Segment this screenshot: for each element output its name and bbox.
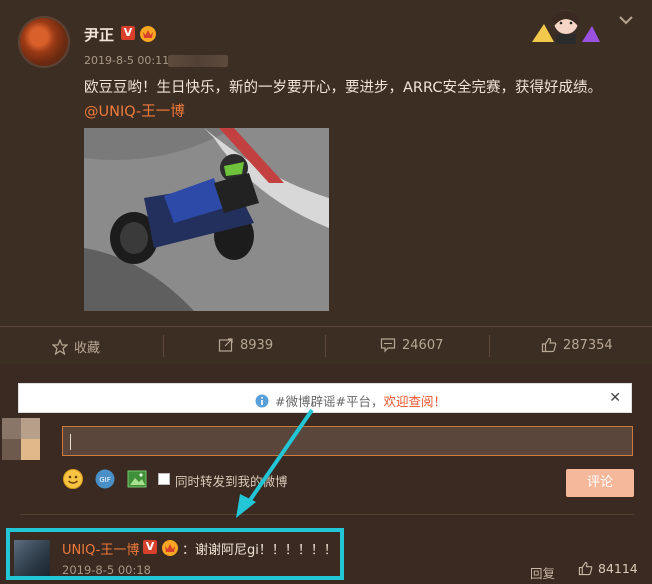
comment-like-count: 84114 <box>598 561 638 576</box>
thumbs-up-icon <box>578 561 593 576</box>
reply-button[interactable]: 回复 <box>530 563 555 582</box>
comment-icon <box>380 338 396 353</box>
comment-button[interactable]: 24607 <box>380 337 443 353</box>
comment-divider <box>20 514 634 515</box>
author-name[interactable]: 尹正 <box>84 24 114 45</box>
composer-tools: GIF <box>62 468 148 490</box>
repost-option-label[interactable]: 同时转发到我的微博 <box>175 471 288 490</box>
mention-link[interactable]: @UNIQ-王一博 <box>84 104 185 120</box>
collect-button[interactable]: 收藏 <box>52 337 100 356</box>
repost-count: 8939 <box>240 337 274 353</box>
action-bar: 收藏 8939 24607 287354 <box>0 326 652 365</box>
notice-prefix[interactable]: #微博辟谣#平台， <box>275 394 383 409</box>
svg-text:GIF: GIF <box>99 476 111 484</box>
post-text-main: 欧豆豆哟！生日快乐，新的一岁要开心，要进步，ARRC安全完赛，获得好成绩。 <box>84 80 602 96</box>
comment-input[interactable] <box>62 426 633 456</box>
author-avatar[interactable] <box>18 16 70 68</box>
rumor-notice-bar: #微博辟谣#平台，欢迎查阅！ ✕ <box>18 383 632 413</box>
chevron-down-icon[interactable] <box>618 14 634 26</box>
verified-badge: V <box>121 26 135 40</box>
repost-icon <box>218 338 233 352</box>
thumbs-up-icon <box>541 337 557 353</box>
like-count: 287354 <box>563 337 613 353</box>
star-icon <box>52 338 68 355</box>
gif-icon[interactable]: GIF <box>94 468 116 490</box>
like-button[interactable]: 287354 <box>541 337 613 353</box>
current-user-avatar <box>2 418 40 460</box>
image-icon[interactable] <box>126 468 148 490</box>
close-icon[interactable]: ✕ <box>609 390 621 406</box>
divider <box>489 335 490 357</box>
collect-label: 收藏 <box>74 341 101 356</box>
repost-checkbox[interactable] <box>158 473 170 485</box>
divider <box>325 335 326 357</box>
decoration-card-icon <box>532 10 600 44</box>
member-crown-icon <box>140 26 156 42</box>
repost-button[interactable]: 8939 <box>218 337 273 353</box>
divider <box>163 335 164 357</box>
info-icon <box>255 394 269 407</box>
post-image[interactable] <box>84 128 329 311</box>
comment-count: 24607 <box>402 337 444 353</box>
emoji-icon[interactable] <box>62 468 84 490</box>
post-time[interactable]: 2019-8-5 00:11 <box>84 54 169 67</box>
notice-link[interactable]: 欢迎查阅！ <box>383 394 446 409</box>
post-text: 欧豆豆哟！生日快乐，新的一岁要开心，要进步，ARRC安全完赛，获得好成绩。 @UN… <box>84 76 624 124</box>
post-source-blurred <box>168 55 228 67</box>
text-caret <box>70 434 71 450</box>
comment-like-button[interactable]: 84114 <box>578 561 638 576</box>
notice-content: #微博辟谣#平台，欢迎查阅！ <box>255 391 446 410</box>
weibo-post-card: 尹正 V 2019-8-5 00:11 欧豆豆哟！生日快乐，新的一岁要开心，要进… <box>0 0 652 584</box>
highlight-box <box>6 528 344 580</box>
submit-comment-button[interactable]: 评论 <box>566 469 634 497</box>
